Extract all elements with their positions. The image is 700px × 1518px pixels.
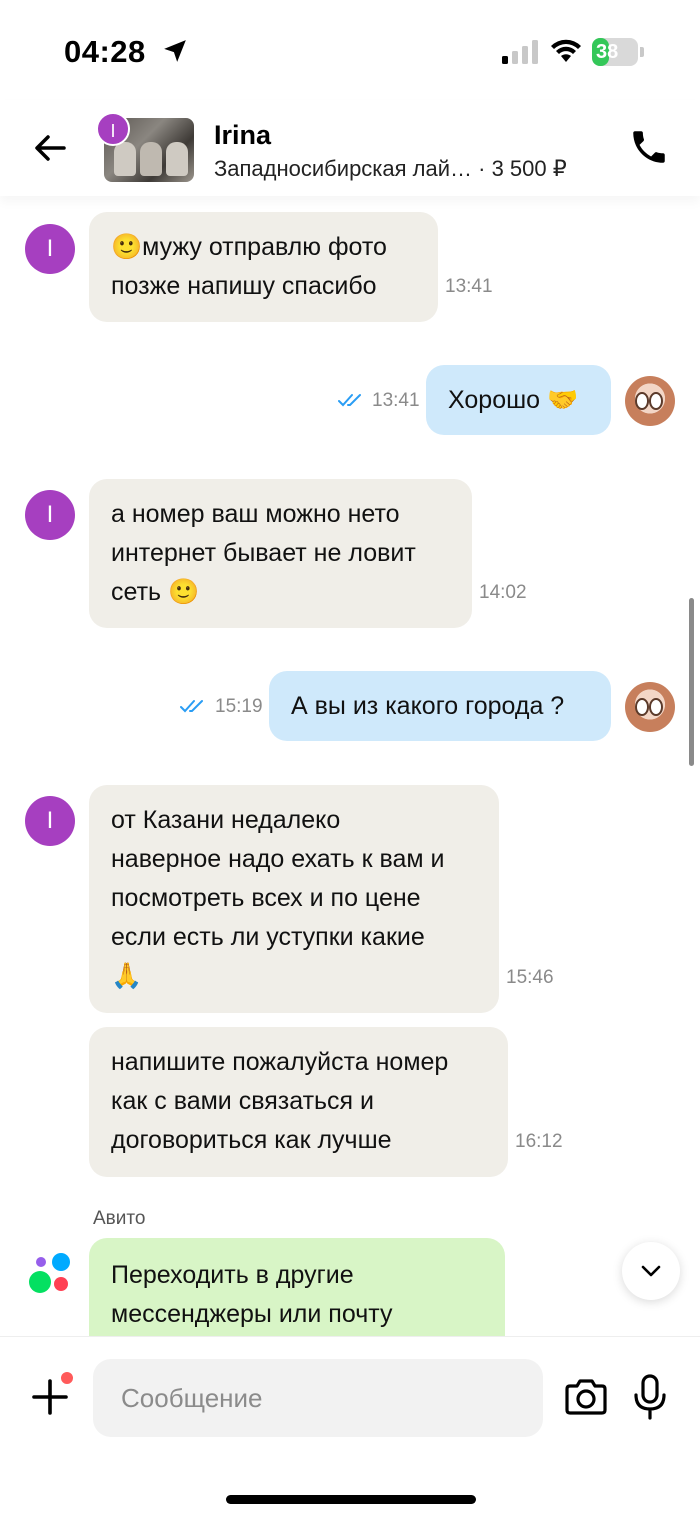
status-bar: 04:28 38	[0, 0, 700, 100]
sender-avatar[interactable]: I	[25, 490, 75, 540]
status-time: 04:28	[64, 34, 146, 69]
chat-header: I Irina Западносибирская лай… · 3 500 ₽	[0, 100, 700, 196]
message-time: 13:41	[372, 390, 420, 411]
my-avatar	[625, 376, 675, 426]
wifi-icon	[551, 39, 581, 62]
sender-avatar[interactable]: I	[25, 796, 75, 846]
message-composer	[0, 1336, 700, 1518]
phone-icon[interactable]	[628, 126, 670, 168]
contact-avatar[interactable]: I	[96, 112, 130, 146]
outgoing-message[interactable]: А вы из какого города ?	[269, 671, 611, 741]
home-indicator	[226, 1495, 476, 1504]
message-list[interactable]: I 🙂мужу отправлю фото позже напишу спаси…	[0, 196, 700, 1336]
message-time: 15:46	[506, 967, 554, 988]
contact-name[interactable]: Irina	[214, 120, 271, 151]
incoming-message[interactable]: от Казани недалеко наверное надо ехать к…	[89, 785, 499, 1013]
camera-icon[interactable]	[563, 1377, 609, 1417]
read-checkmarks-icon	[338, 394, 361, 407]
scrollbar[interactable]	[689, 598, 694, 766]
system-message[interactable]: Переходить в другие мессенджеры или почт…	[89, 1238, 505, 1336]
outgoing-message[interactable]: Хорошо 🤝	[426, 365, 611, 435]
incoming-message[interactable]: а номер ваш можно нето интернет бывает н…	[89, 479, 472, 628]
incoming-message[interactable]: 🙂мужу отправлю фото позже напишу спасибо	[89, 212, 438, 322]
back-arrow-icon[interactable]	[30, 128, 70, 168]
battery-percent: 38	[596, 41, 619, 63]
incoming-message[interactable]: напишите пожалуйста номер как с вами свя…	[89, 1027, 508, 1177]
microphone-icon[interactable]	[632, 1373, 668, 1421]
location-arrow-icon	[164, 40, 186, 62]
read-checkmarks-icon	[180, 700, 203, 713]
message-time: 13:41	[445, 276, 493, 297]
listing-title[interactable]: Западносибирская лай… · 3 500 ₽	[214, 156, 567, 182]
system-sender-label: Авито	[93, 1208, 146, 1229]
message-time: 14:02	[479, 582, 527, 603]
sender-avatar[interactable]: I	[25, 224, 75, 274]
message-time: 15:19	[215, 696, 263, 717]
notification-dot	[58, 1369, 76, 1387]
message-input[interactable]	[93, 1359, 543, 1437]
cellular-signal-icon	[502, 40, 538, 64]
my-avatar	[625, 682, 675, 732]
scroll-to-bottom-button[interactable]	[622, 1242, 680, 1300]
message-time: 16:12	[515, 1131, 563, 1152]
avito-logo-icon	[29, 1253, 70, 1293]
chevron-down-icon	[641, 1265, 661, 1277]
battery-indicator: 38	[592, 38, 644, 66]
